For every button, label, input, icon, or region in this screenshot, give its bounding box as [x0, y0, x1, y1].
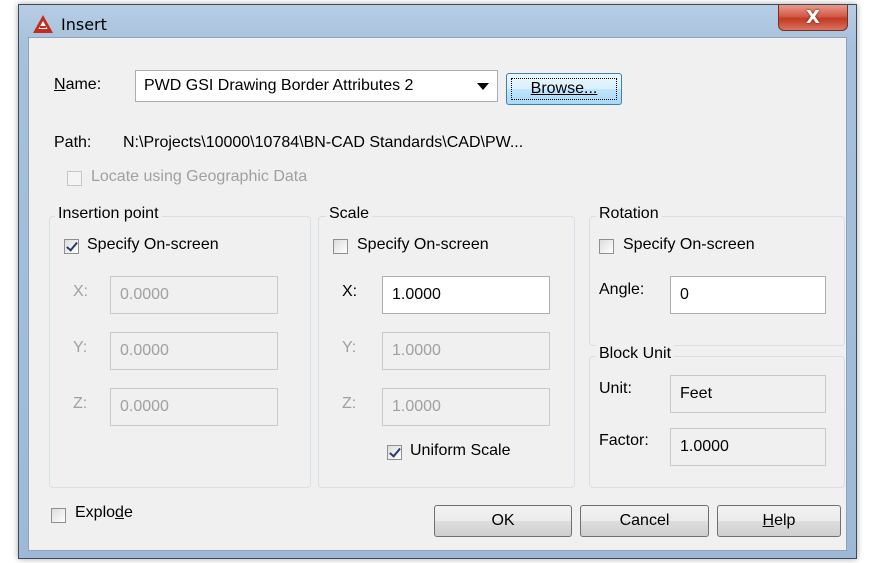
path-value: N:\Projects\10000\10784\BN-CAD Standards… — [123, 134, 524, 151]
factor-label: Factor: — [599, 432, 649, 449]
unit-field: Feet — [670, 375, 826, 413]
angle-field[interactable]: 0 — [670, 276, 826, 314]
insertion-specify-checkbox[interactable] — [64, 239, 79, 254]
uniform-scale-checkbox[interactable] — [387, 445, 402, 460]
unit-label: Unit: — [599, 380, 632, 397]
close-button[interactable]: X — [778, 5, 848, 31]
scale-x-label: X: — [342, 283, 358, 300]
scale-x-field[interactable]: 1.0000 — [382, 276, 550, 314]
ok-button[interactable]: OK — [434, 505, 572, 537]
insertion-y-label: Y: — [73, 339, 88, 356]
scale-z-field[interactable]: 1.0000 — [382, 388, 550, 426]
scale-specify-label: Specify On-screen — [357, 236, 489, 253]
insertion-point-title: Insertion point — [55, 205, 162, 223]
scale-y-label: Y: — [342, 339, 357, 356]
autocad-logo-icon — [33, 15, 53, 33]
insertion-x-label: X: — [73, 283, 89, 300]
close-icon: X — [806, 7, 820, 28]
cancel-button[interactable]: Cancel — [580, 505, 709, 537]
angle-label: Angle: — [599, 281, 645, 298]
scale-specify-checkbox[interactable] — [333, 239, 348, 254]
rotation-specify-label: Specify On-screen — [623, 236, 755, 253]
geo-checkbox[interactable] — [67, 171, 82, 186]
insertion-y-field[interactable]: 0.0000 — [110, 332, 278, 370]
dialog-body: Name: PWD GSI Drawing Border Attributes … — [28, 37, 847, 551]
title-bar[interactable]: Insert X — [19, 5, 856, 39]
name-value: PWD GSI Drawing Border Attributes 2 — [144, 77, 414, 94]
uniform-scale-label: Uniform Scale — [410, 442, 511, 459]
help-button[interactable]: Help — [717, 505, 841, 537]
name-label: Name: — [54, 76, 102, 93]
insertion-z-label: Z: — [73, 395, 88, 412]
scale-z-label: Z: — [342, 395, 357, 412]
window-title: Insert — [61, 15, 107, 34]
path-label: Path: — [54, 134, 92, 151]
geo-label: Locate using Geographic Data — [91, 168, 308, 185]
insertion-z-field[interactable]: 0.0000 — [110, 388, 278, 426]
factor-field: 1.0000 — [670, 428, 826, 466]
insertion-specify-label: Specify On-screen — [87, 236, 219, 253]
block-unit-title: Block Unit — [596, 345, 675, 363]
scale-y-field[interactable]: 1.0000 — [382, 332, 550, 370]
browse-button-label: Browse... — [530, 80, 598, 97]
scale-title: Scale — [326, 205, 373, 223]
explode-label: Explode — [75, 504, 133, 521]
explode-checkbox[interactable] — [51, 508, 66, 523]
rotation-title: Rotation — [596, 205, 662, 223]
chevron-down-icon[interactable] — [477, 83, 489, 90]
browse-button[interactable]: Browse... — [506, 73, 622, 105]
name-combobox[interactable]: PWD GSI Drawing Border Attributes 2 — [135, 70, 498, 102]
insert-dialog: Insert X Name: PWD GSI Drawing Border At… — [18, 4, 857, 559]
rotation-specify-checkbox[interactable] — [599, 239, 614, 254]
insertion-x-field[interactable]: 0.0000 — [110, 276, 278, 314]
